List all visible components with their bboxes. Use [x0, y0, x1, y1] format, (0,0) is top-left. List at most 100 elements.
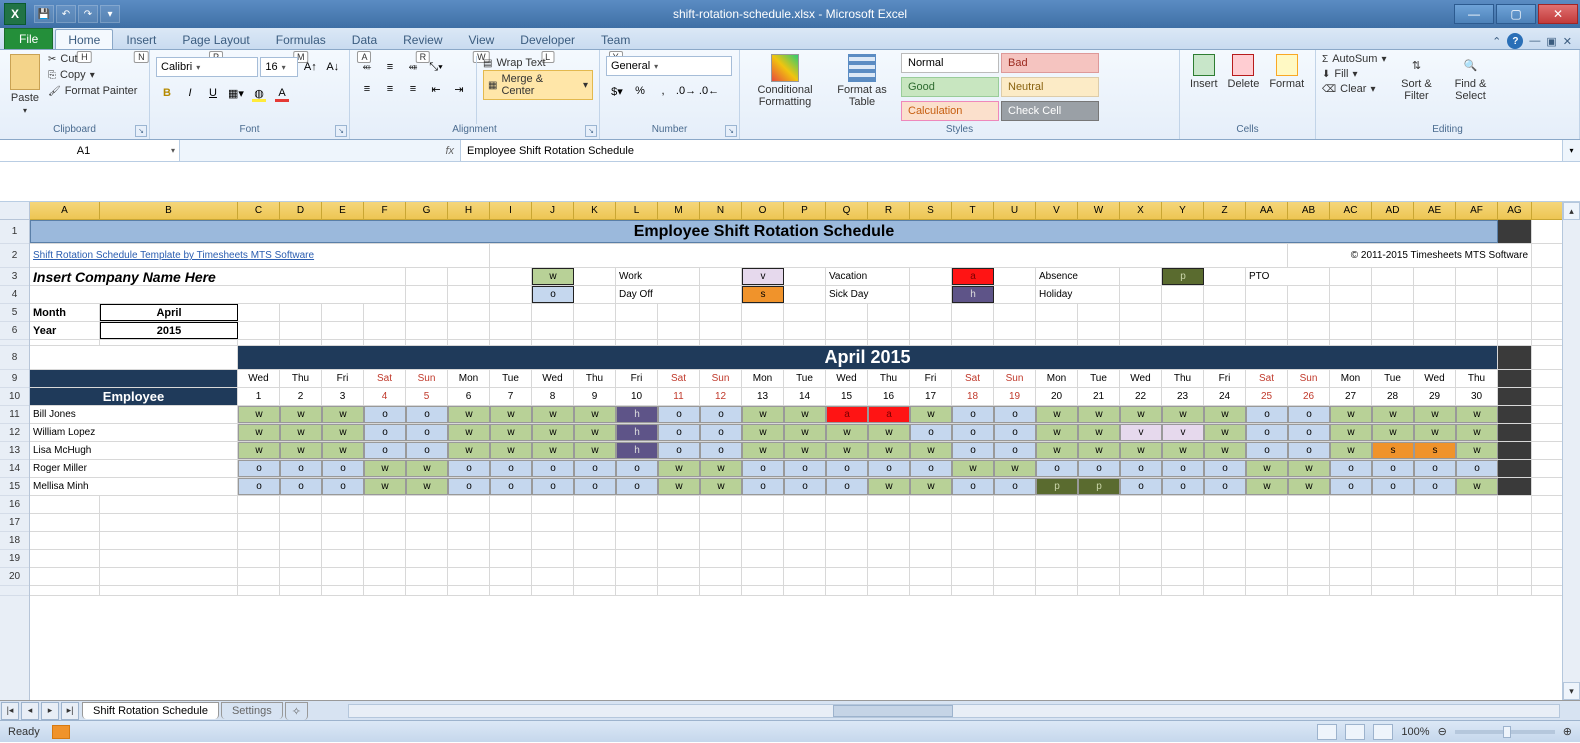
col-header[interactable]: P [784, 202, 826, 219]
cell[interactable] [1372, 322, 1414, 339]
tab-insert[interactable]: InsertN [113, 29, 169, 49]
cell[interactable]: o [1078, 460, 1120, 477]
cell[interactable]: w [1036, 442, 1078, 459]
cell[interactable] [406, 286, 448, 303]
cell[interactable] [742, 322, 784, 339]
cell[interactable] [1162, 286, 1204, 303]
cell[interactable] [742, 532, 784, 549]
cell[interactable] [742, 586, 784, 595]
cell[interactable] [448, 586, 490, 595]
cell[interactable]: Mon [1330, 370, 1372, 387]
cell[interactable]: w [1120, 442, 1162, 459]
row-header[interactable]: 3 [0, 268, 29, 286]
fill-button[interactable]: ⬇ Fill ▾ [1322, 67, 1386, 81]
cell[interactable] [1414, 304, 1456, 321]
cell[interactable] [448, 568, 490, 585]
cell[interactable] [910, 550, 952, 567]
cell[interactable] [1204, 322, 1246, 339]
cell[interactable] [1204, 304, 1246, 321]
cell[interactable]: o [448, 478, 490, 495]
cell[interactable]: 10 [616, 388, 658, 405]
scroll-down-icon[interactable]: ▾ [1563, 682, 1580, 700]
cell[interactable] [994, 340, 1036, 345]
cell[interactable]: Sun [700, 370, 742, 387]
cell[interactable] [994, 496, 1036, 513]
cell[interactable] [1078, 514, 1120, 531]
cell[interactable]: Absence [1036, 268, 1120, 285]
cell[interactable] [1498, 514, 1532, 531]
cell[interactable]: w [574, 442, 616, 459]
cell[interactable] [700, 532, 742, 549]
cell[interactable]: o [1036, 460, 1078, 477]
row-header[interactable] [0, 586, 29, 596]
style-neutral[interactable]: Neutral [1001, 77, 1099, 97]
cell[interactable]: o [1414, 478, 1456, 495]
cell[interactable] [1036, 586, 1078, 595]
row-header[interactable]: 1 [0, 220, 29, 244]
cell[interactable] [1330, 532, 1372, 549]
cell[interactable] [1414, 586, 1456, 595]
cell[interactable] [1288, 550, 1330, 567]
cell[interactable]: w [868, 424, 910, 441]
cell[interactable]: h [952, 286, 994, 303]
cell[interactable]: o [868, 460, 910, 477]
cell[interactable] [1498, 220, 1532, 243]
cell[interactable] [30, 286, 406, 303]
cell[interactable] [1498, 550, 1532, 567]
cell[interactable] [238, 304, 280, 321]
cell[interactable]: 26 [1288, 388, 1330, 405]
cell[interactable]: w [238, 442, 280, 459]
cell[interactable] [700, 322, 742, 339]
cell[interactable]: 16 [868, 388, 910, 405]
cell[interactable] [364, 496, 406, 513]
cell[interactable] [994, 568, 1036, 585]
cell[interactable]: © 2011-2015 Timesheets MTS Software [1288, 244, 1532, 267]
decrease-indent-icon[interactable]: ⇤ [425, 78, 447, 100]
cell[interactable] [910, 496, 952, 513]
cell[interactable] [616, 550, 658, 567]
cell[interactable]: Tue [1372, 370, 1414, 387]
minimize-button[interactable]: — [1454, 4, 1494, 24]
cell[interactable]: 2 [280, 388, 322, 405]
cell[interactable] [1246, 496, 1288, 513]
cell[interactable]: w [1036, 424, 1078, 441]
cell[interactable] [994, 550, 1036, 567]
cell[interactable]: Sat [952, 370, 994, 387]
cell[interactable]: 24 [1204, 388, 1246, 405]
col-header[interactable]: AF [1456, 202, 1498, 219]
cell[interactable] [364, 568, 406, 585]
qat-undo-icon[interactable]: ↶ [56, 5, 76, 23]
cell[interactable]: w [868, 478, 910, 495]
col-header[interactable]: W [1078, 202, 1120, 219]
col-header[interactable]: V [1036, 202, 1078, 219]
cell[interactable] [1372, 286, 1414, 303]
cell[interactable]: w [910, 478, 952, 495]
cell[interactable] [952, 340, 994, 345]
cell[interactable] [448, 496, 490, 513]
cell[interactable]: Wed [238, 370, 280, 387]
cell[interactable] [910, 532, 952, 549]
cell[interactable]: Wed [1414, 370, 1456, 387]
cell[interactable] [532, 340, 574, 345]
cell[interactable]: o [322, 478, 364, 495]
cell[interactable] [1498, 268, 1532, 285]
cell[interactable] [574, 550, 616, 567]
cell[interactable]: w [826, 442, 868, 459]
cell[interactable] [1036, 514, 1078, 531]
number-format-combo[interactable]: General▾ [606, 56, 732, 76]
style-calculation[interactable]: Calculation [901, 101, 999, 121]
cell[interactable]: a [826, 406, 868, 423]
row-header[interactable]: 18 [0, 532, 29, 550]
cell[interactable] [1036, 496, 1078, 513]
cell[interactable]: o [994, 478, 1036, 495]
cell[interactable]: w [1120, 406, 1162, 423]
col-header[interactable]: F [364, 202, 406, 219]
cell[interactable] [784, 586, 826, 595]
cell[interactable]: Tue [784, 370, 826, 387]
cell[interactable]: w [490, 406, 532, 423]
col-header[interactable]: G [406, 202, 448, 219]
cell[interactable] [1414, 268, 1456, 285]
cell[interactable]: w [490, 442, 532, 459]
cell[interactable] [826, 514, 868, 531]
cell[interactable] [1162, 550, 1204, 567]
